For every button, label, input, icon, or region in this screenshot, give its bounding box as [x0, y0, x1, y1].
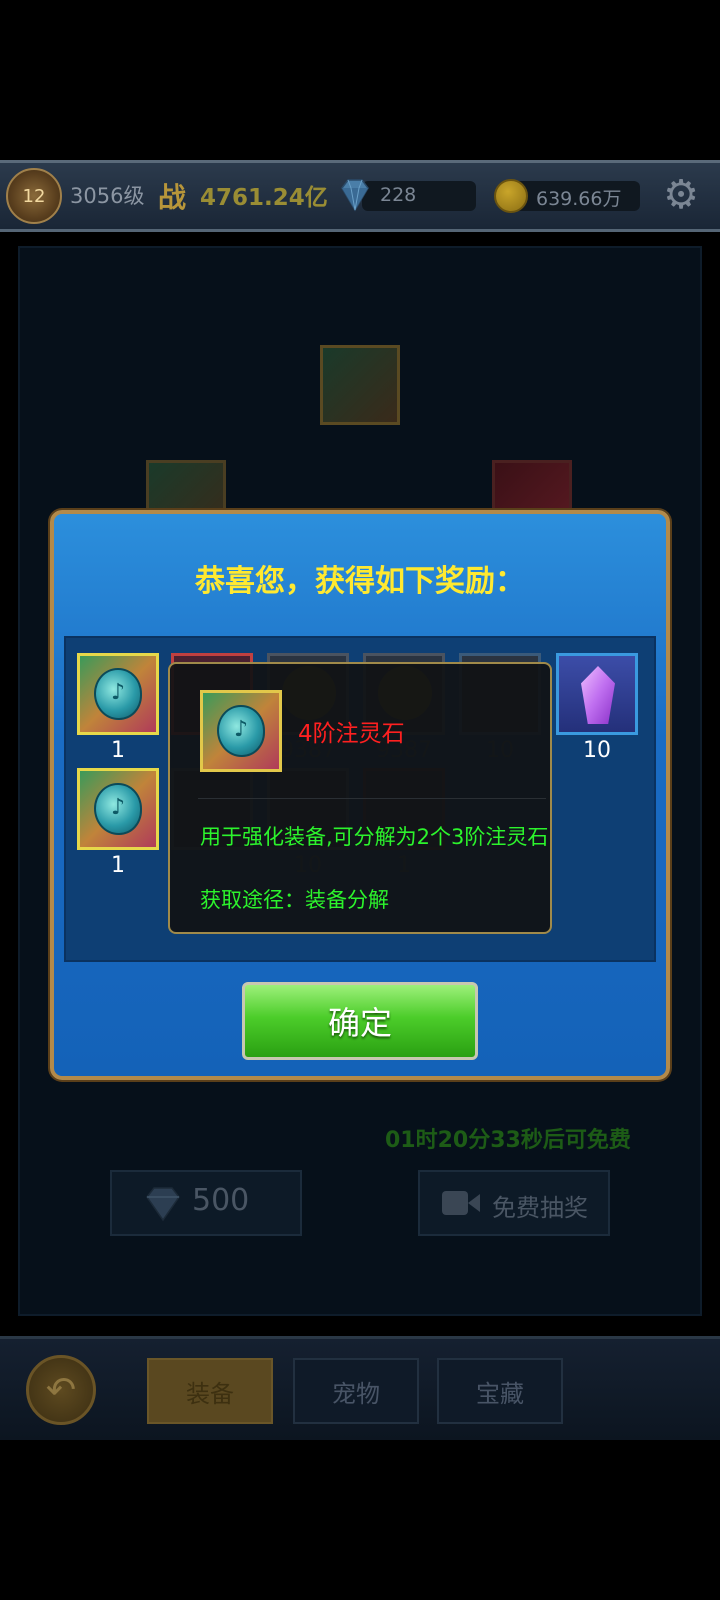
- gold-coin-icon: [494, 179, 528, 213]
- tab-treasure[interactable]: 宝藏: [437, 1358, 563, 1424]
- tab-equipment[interactable]: 装备: [147, 1358, 273, 1424]
- reward-item-slot[interactable]: ♪: [77, 653, 159, 735]
- spirit-stone-icon: ♪: [217, 705, 265, 757]
- spirit-stone-icon: ♪: [94, 783, 142, 835]
- player-level: 3056级: [70, 184, 145, 208]
- spirit-stone-icon: ♪: [94, 668, 142, 720]
- diamond-draw-cost: 500: [192, 1183, 250, 1218]
- tooltip-description: 用于强化装备,可分解为2个3阶注灵石: [200, 825, 549, 849]
- tooltip-source: 获取途径：装备分解: [200, 888, 389, 912]
- purple-crystal-icon: [581, 666, 615, 724]
- free-draw-label: 免费抽奖: [492, 1194, 588, 1222]
- gold-count: 639.66万: [536, 188, 622, 210]
- dialog-title: 恭喜您，获得如下奖励：: [195, 564, 525, 599]
- level-badge[interactable]: 12: [6, 168, 62, 224]
- reward-item-count: 1: [111, 853, 125, 878]
- back-button[interactable]: ↶: [26, 1355, 96, 1425]
- diamond-icon: [146, 1187, 180, 1222]
- confirm-button[interactable]: 确定: [242, 982, 478, 1060]
- diamond-icon: [341, 179, 369, 212]
- combat-power-value: 4761.24亿: [200, 185, 328, 211]
- tooltip-divider: [198, 798, 546, 799]
- tooltip-item-icon: ♪: [200, 690, 282, 772]
- level-badge-number: 12: [22, 185, 46, 207]
- tab-pet[interactable]: 宠物: [293, 1358, 419, 1424]
- tooltip-item-name: 4阶注灵石: [298, 721, 405, 747]
- reward-item-count: 1: [111, 738, 125, 763]
- free-draw-timer: 01时20分33秒后可免费: [385, 1128, 631, 1153]
- reward-item-slot[interactable]: ♪: [77, 768, 159, 850]
- diamond-count: 228: [380, 184, 417, 206]
- equipment-slot-top[interactable]: [320, 345, 400, 425]
- video-camera-icon: [442, 1191, 480, 1215]
- back-arrow-icon: ↶: [45, 1369, 77, 1411]
- reward-item-count: 10: [583, 738, 611, 763]
- power-icon: 战: [158, 181, 187, 214]
- gear-icon[interactable]: ⚙: [660, 174, 702, 216]
- reward-item-slot[interactable]: [556, 653, 638, 735]
